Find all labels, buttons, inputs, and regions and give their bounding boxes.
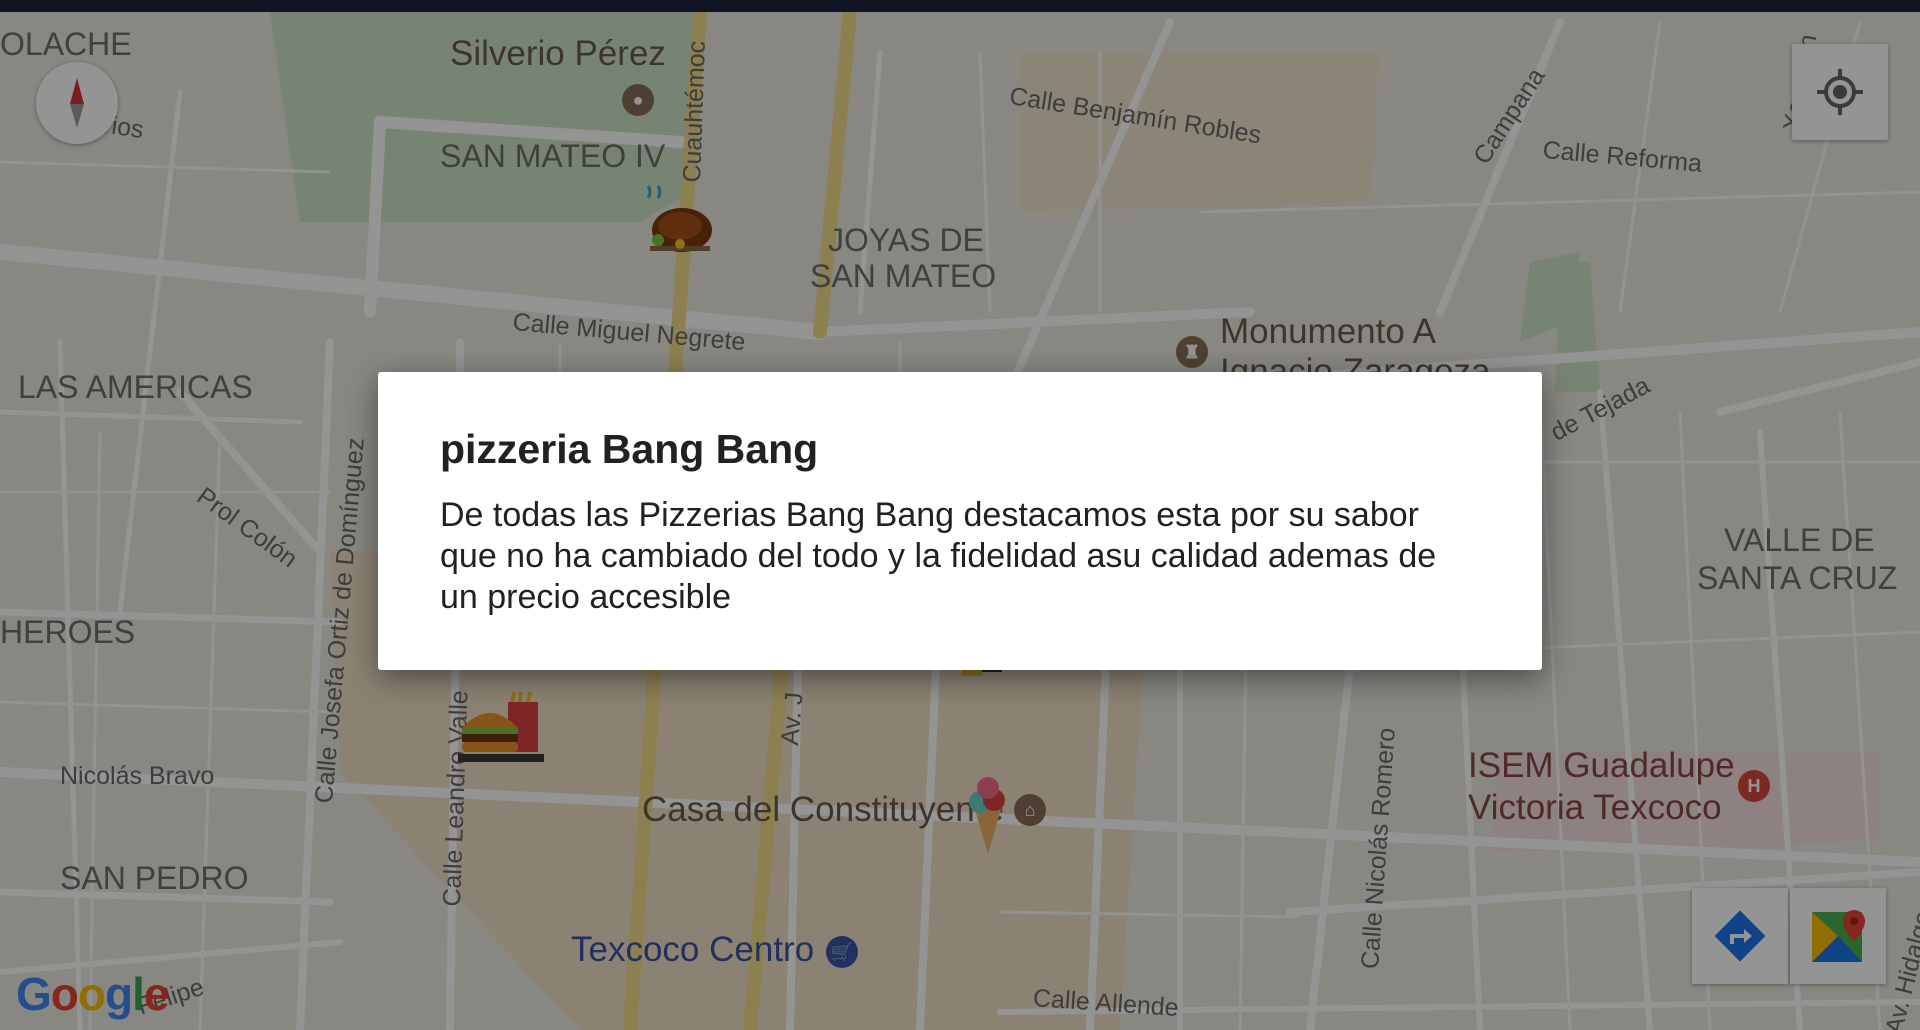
dialog-title: pizzeria Bang Bang <box>440 426 819 472</box>
dialog-message: De todas las Pizzerias Bang Bang destaca… <box>440 496 1437 616</box>
place-info-dialog: pizzeria Bang Bang De todas las Pizzeria… <box>378 372 1542 670</box>
